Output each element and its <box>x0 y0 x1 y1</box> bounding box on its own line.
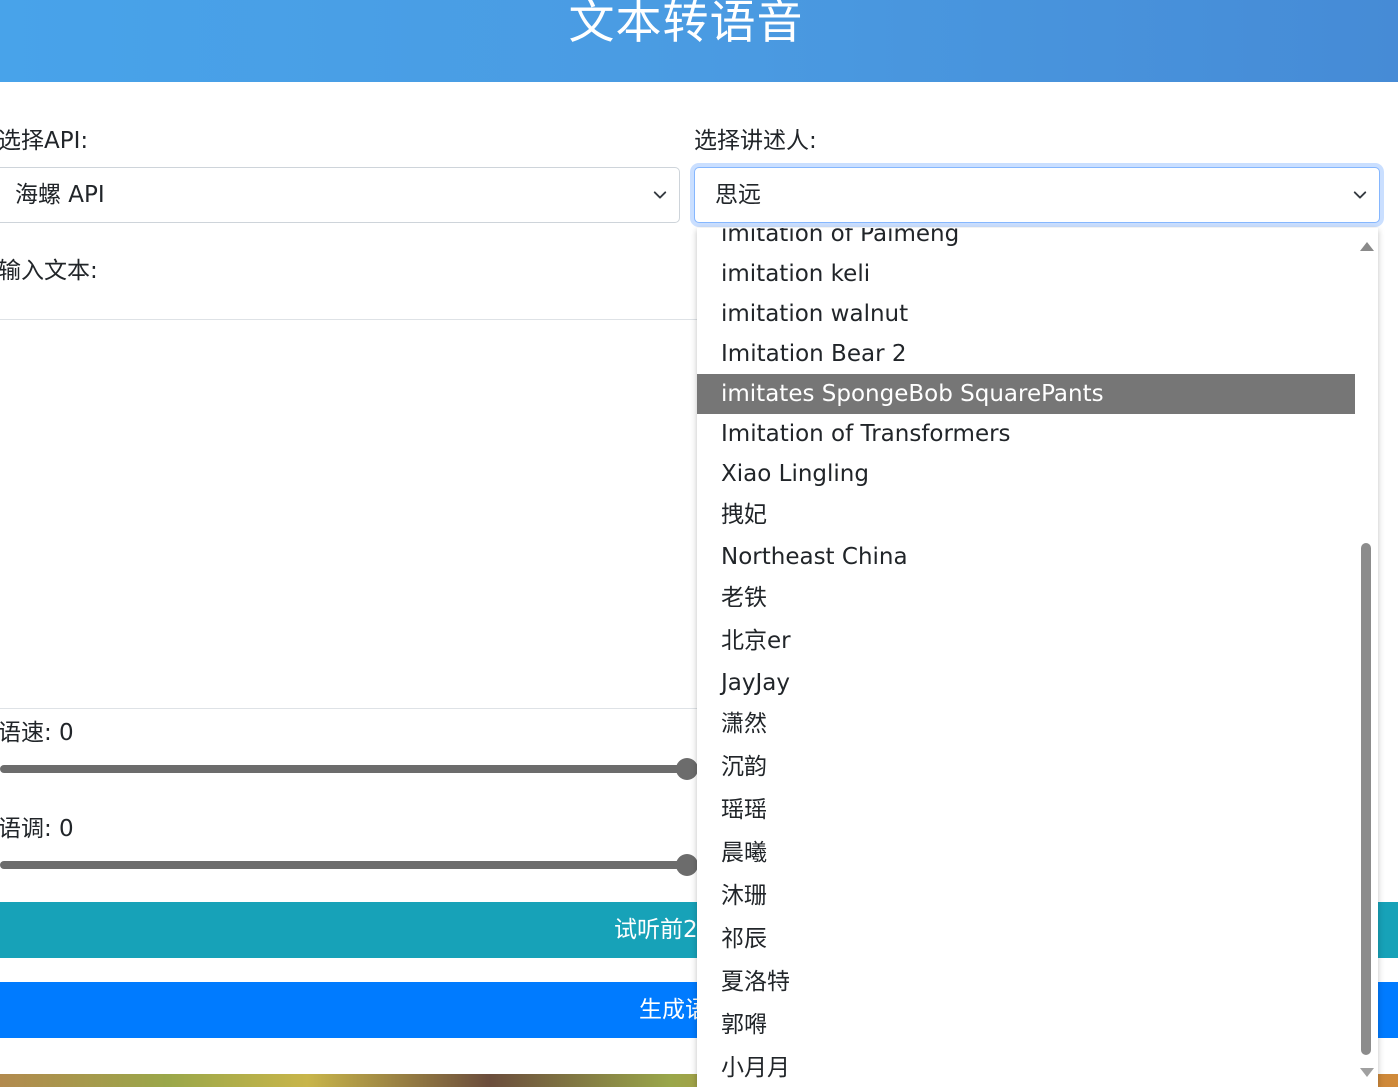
dropdown-option[interactable]: imitation of Paimeng <box>697 228 1355 254</box>
narrator-select[interactable]: 思远 <box>694 167 1380 223</box>
dropdown-option[interactable]: 小月月 <box>697 1047 1355 1087</box>
dropdown-option[interactable]: Northeast China <box>697 537 1355 577</box>
dropdown-option[interactable]: 祁辰 <box>697 918 1355 961</box>
text-input[interactable] <box>0 319 710 709</box>
dropdown-option[interactable]: imitates SpongeBob SquarePants <box>697 374 1355 414</box>
pitch-slider-track[interactable] <box>0 861 690 869</box>
dropdown-option[interactable]: 潇然 <box>697 703 1355 746</box>
dropdown-option[interactable]: 北京er <box>697 620 1355 663</box>
text-label: 输入文本: <box>0 258 98 284</box>
dropdown-option[interactable]: Imitation Bear 2 <box>697 334 1355 374</box>
page-header: 文本转语音 <box>0 0 1398 82</box>
dropdown-option[interactable]: imitation keli <box>697 254 1355 294</box>
speed-slider-thumb[interactable] <box>676 758 698 780</box>
dropdown-option[interactable]: 郭嘚 <box>697 1004 1355 1047</box>
dropdown-option[interactable]: 拽妃 <box>697 494 1355 537</box>
pitch-slider-thumb[interactable] <box>676 854 698 876</box>
chevron-down-icon <box>1353 191 1367 199</box>
dropdown-option[interactable]: JayJay <box>697 663 1355 703</box>
narrator-dropdown-list[interactable]: imitation of Paimeng imitation keli imitat… <box>697 228 1378 1087</box>
dropdown-option[interactable]: 老铁 <box>697 577 1355 620</box>
dropdown-option[interactable]: Xiao Lingling <box>697 454 1355 494</box>
api-label: 选择API: <box>0 128 89 154</box>
dropdown-option[interactable]: imitation walnut <box>697 294 1355 334</box>
dropdown-scrollbar[interactable] <box>1355 228 1378 1087</box>
scroll-down-arrow-icon[interactable] <box>1360 1068 1374 1077</box>
api-select[interactable]: 海螺 API <box>0 167 680 223</box>
dropdown-option[interactable]: 瑶瑶 <box>697 789 1355 832</box>
page-title: 文本转语音 <box>568 0 804 49</box>
speed-label: 语速: 0 <box>0 720 74 746</box>
dropdown-option[interactable]: 沉韵 <box>697 746 1355 789</box>
scroll-up-arrow-icon[interactable] <box>1360 242 1374 251</box>
dropdown-option[interactable]: Imitation of Transformers <box>697 414 1355 454</box>
dropdown-option[interactable]: 晨曦 <box>697 832 1355 875</box>
api-select-value: 海螺 API <box>15 182 105 208</box>
scrollbar-thumb[interactable] <box>1361 543 1371 1055</box>
speed-slider-track[interactable] <box>0 765 690 773</box>
narrator-label: 选择讲述人: <box>694 128 817 154</box>
dropdown-option[interactable]: 沐珊 <box>697 875 1355 918</box>
dropdown-option[interactable]: 夏洛特 <box>697 961 1355 1004</box>
chevron-down-icon <box>653 191 667 199</box>
pitch-label: 语调: 0 <box>0 816 74 842</box>
narrator-select-value: 思远 <box>715 182 761 208</box>
